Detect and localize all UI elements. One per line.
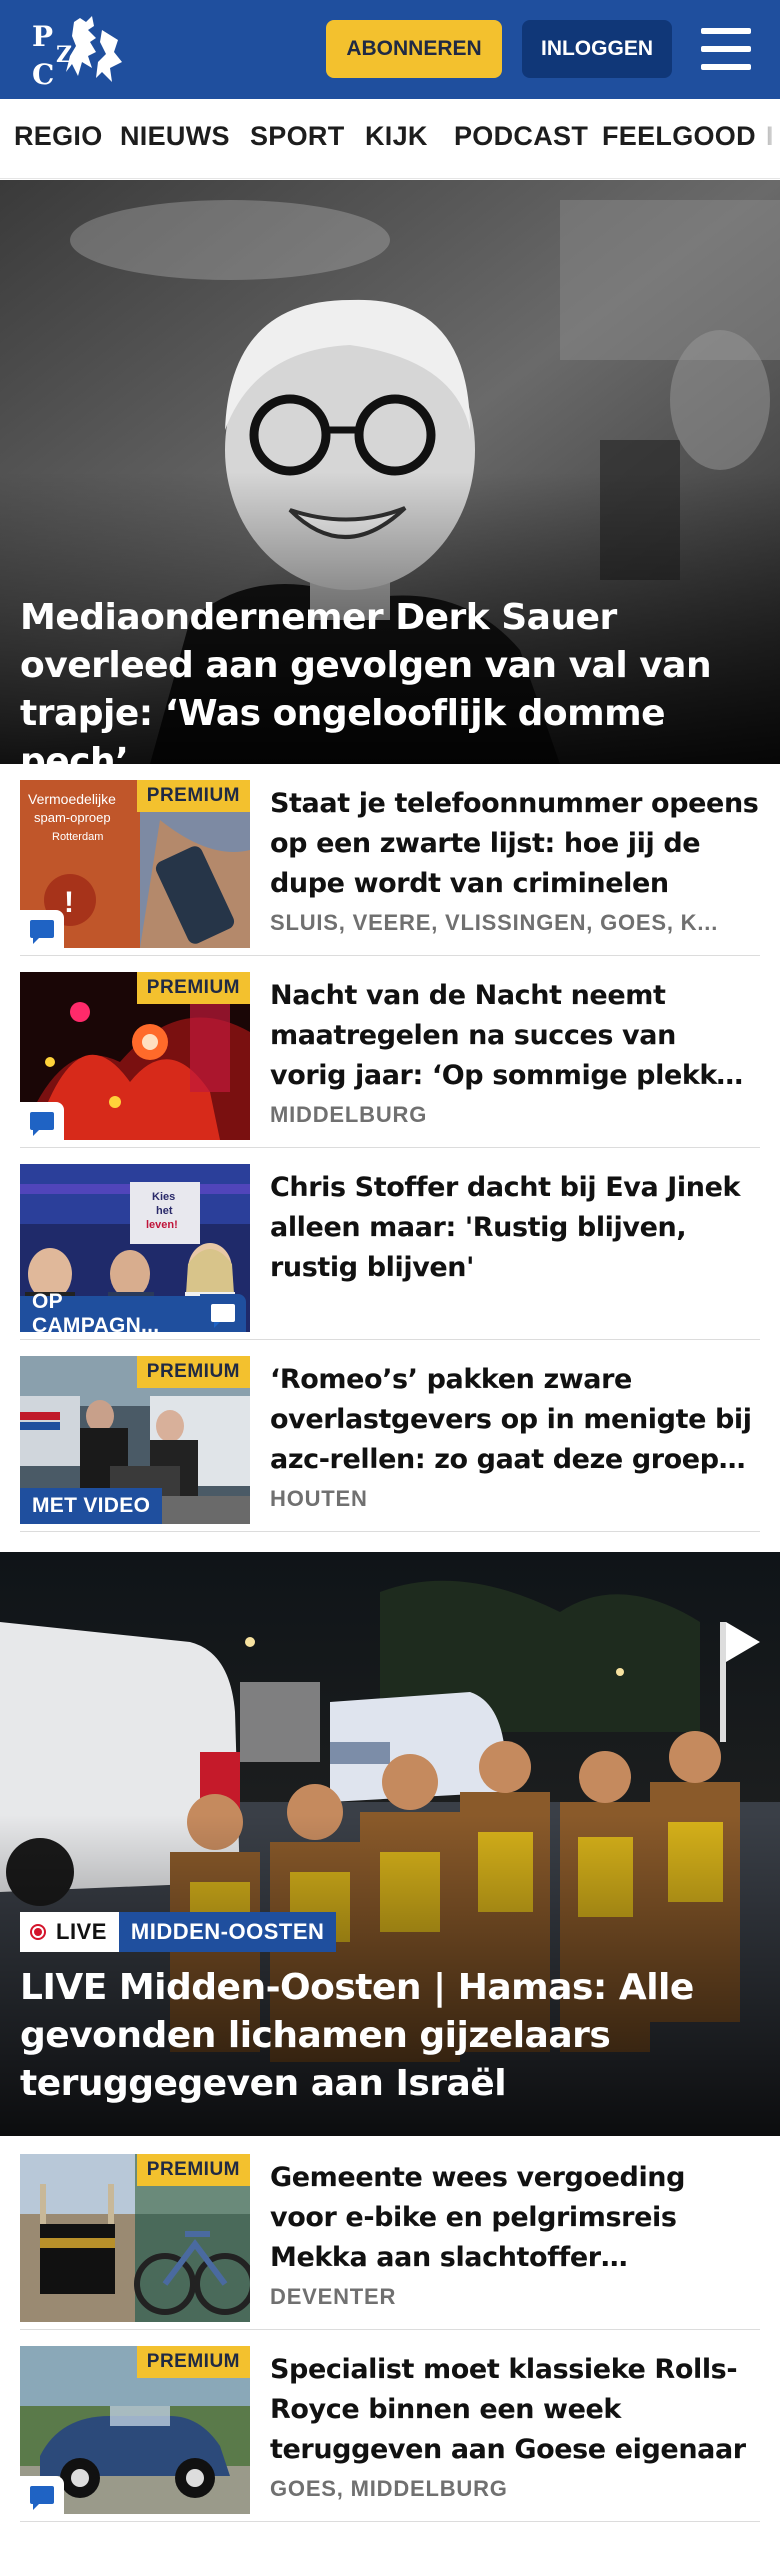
nav-item-sport[interactable]: SPORT — [250, 121, 345, 152]
article-location: HOUTEN — [270, 1486, 368, 1511]
article-item[interactable]: Kies het leven! OP CAMPAGN... Chris Stof… — [20, 1150, 760, 1340]
article-thumbnail: PREMIUM — [20, 2346, 250, 2514]
live-label: LIVE — [56, 1919, 107, 1944]
article-thumbnail: PREMIUM — [20, 972, 250, 1140]
premium-badge: PREMIUM — [136, 780, 250, 812]
premium-badge: PREMIUM — [136, 2154, 250, 2186]
svg-text:!: ! — [64, 886, 74, 919]
article-title[interactable]: ‘Romeo’s’ pakken zware overlastgevers op… — [270, 1360, 760, 1480]
live-labels: LIVE MIDDEN-OOSTEN — [20, 1912, 337, 1952]
article-title[interactable]: Specialist moet klassieke Rolls-Royce bi… — [270, 2350, 760, 2470]
nav-fade — [764, 99, 780, 178]
hero-title[interactable]: Mediaondernemer Derk Sauer overleed aan … — [20, 594, 760, 764]
article-thumbnail: ! Vermoedelijke spam-oproep Rotterdam PR… — [20, 780, 250, 948]
comments-icon[interactable] — [20, 910, 64, 948]
article-title[interactable]: Gemeente wees vergoeding voor e-bike en … — [270, 2158, 760, 2278]
live-hero-article[interactable]: LIVE Midden-Oosten | Hamas: Alle gevonde… — [0, 1552, 780, 2136]
article-title[interactable]: Staat je telefoonnummer opeens op een zw… — [270, 784, 760, 904]
nav-item-nieuws[interactable]: NIEUWS — [120, 121, 230, 152]
article-item[interactable]: PREMIUM MET VIDEO ‘Romeo’s’ pakken zware… — [20, 1342, 760, 1532]
premium-badge: PREMIUM — [136, 972, 250, 1004]
pzc-logo[interactable]: P Z C — [22, 12, 132, 88]
svg-text:Rotterdam: Rotterdam — [52, 831, 103, 843]
live-hero-title[interactable]: LIVE Midden-Oosten | Hamas: Alle gevonde… — [20, 1964, 760, 2108]
campaign-tag[interactable]: OP CAMPAGN... — [20, 1290, 200, 1332]
svg-text:Vermoedelijke: Vermoedelijke — [28, 791, 116, 807]
menu-icon[interactable] — [698, 24, 754, 74]
article-title[interactable]: Nacht van de Nacht neemt maatregelen na … — [270, 976, 760, 1096]
article-item[interactable]: PREMIUM Nacht van de Nacht neemt maatreg… — [20, 958, 760, 1148]
article-location: GOES, MIDDELBURG — [270, 2476, 508, 2501]
article-thumbnail: PREMIUM — [20, 2154, 250, 2322]
nav-item-kijk[interactable]: KIJK — [365, 121, 428, 152]
svg-text:leven!: leven! — [146, 1219, 178, 1231]
article-location: DEVENTER — [270, 2284, 397, 2309]
article-location: MIDDELBURG — [270, 1102, 428, 1127]
article-item[interactable]: ! Vermoedelijke spam-oproep Rotterdam PR… — [20, 766, 760, 956]
live-badge: LIVE — [20, 1912, 119, 1952]
svg-text:C: C — [32, 58, 54, 88]
svg-text:Kies: Kies — [152, 1191, 175, 1203]
premium-badge: PREMIUM — [136, 1356, 250, 1388]
subscribe-button[interactable]: ABONNEREN — [326, 20, 502, 78]
comments-icon[interactable] — [20, 1102, 64, 1140]
svg-text:het: het — [156, 1205, 173, 1217]
section-tag[interactable]: MIDDEN-OOSTEN — [118, 1912, 337, 1952]
comments-icon[interactable] — [200, 1294, 246, 1332]
article-location: SLUIS, VEERE, VLISSINGEN, GOES, K... — [270, 910, 719, 935]
nav-item-feelgood[interactable]: FEELGOOD — [602, 121, 756, 152]
section-nav: REGIO NIEUWS SPORT KIJK PODCAST FEELGOOD… — [0, 99, 780, 179]
article-title[interactable]: Chris Stoffer dacht bij Eva Jinek alleen… — [270, 1168, 760, 1288]
video-tag[interactable]: MET VIDEO — [20, 1488, 163, 1524]
svg-text:spam-oproep: spam-oproep — [34, 810, 111, 825]
top-header: P Z C ABONNEREN INLOGGEN — [0, 0, 780, 99]
hero-article[interactable]: Mediaondernemer Derk Sauer overleed aan … — [0, 180, 780, 764]
article-item[interactable]: PREMIUM Specialist moet klassieke Rolls-… — [20, 2332, 760, 2522]
nav-item-regio[interactable]: REGIO — [14, 121, 103, 152]
comments-icon[interactable] — [20, 2476, 64, 2514]
article-thumbnail: PREMIUM MET VIDEO — [20, 1356, 250, 1524]
live-dot-icon — [30, 1924, 46, 1940]
svg-text:P: P — [32, 20, 53, 53]
login-button[interactable]: INLOGGEN — [522, 20, 672, 78]
article-item[interactable]: PREMIUM Gemeente wees vergoeding voor e-… — [20, 2140, 760, 2330]
nav-item-podcast[interactable]: PODCAST — [454, 121, 588, 152]
premium-badge: PREMIUM — [136, 2346, 250, 2378]
article-thumbnail: Kies het leven! OP CAMPAGN... — [20, 1164, 250, 1332]
